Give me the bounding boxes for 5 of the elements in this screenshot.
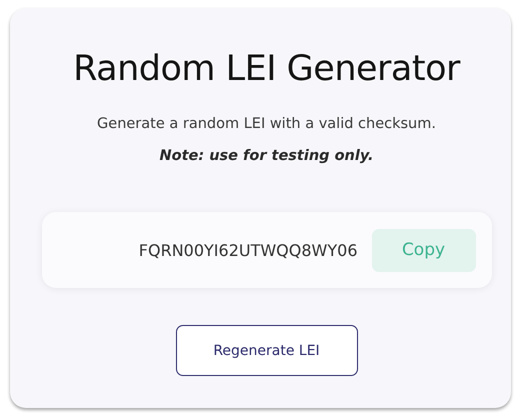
- note-text: Note: use for testing only.: [160, 147, 374, 166]
- regenerate-button[interactable]: Regenerate LEI: [176, 325, 358, 376]
- description-text: Generate a random LEI with a valid checksum.: [97, 115, 436, 134]
- lei-value: FQRN00YI62UTWQQ8WY06: [138, 240, 358, 260]
- page-title: Random LEI Generator: [73, 48, 460, 91]
